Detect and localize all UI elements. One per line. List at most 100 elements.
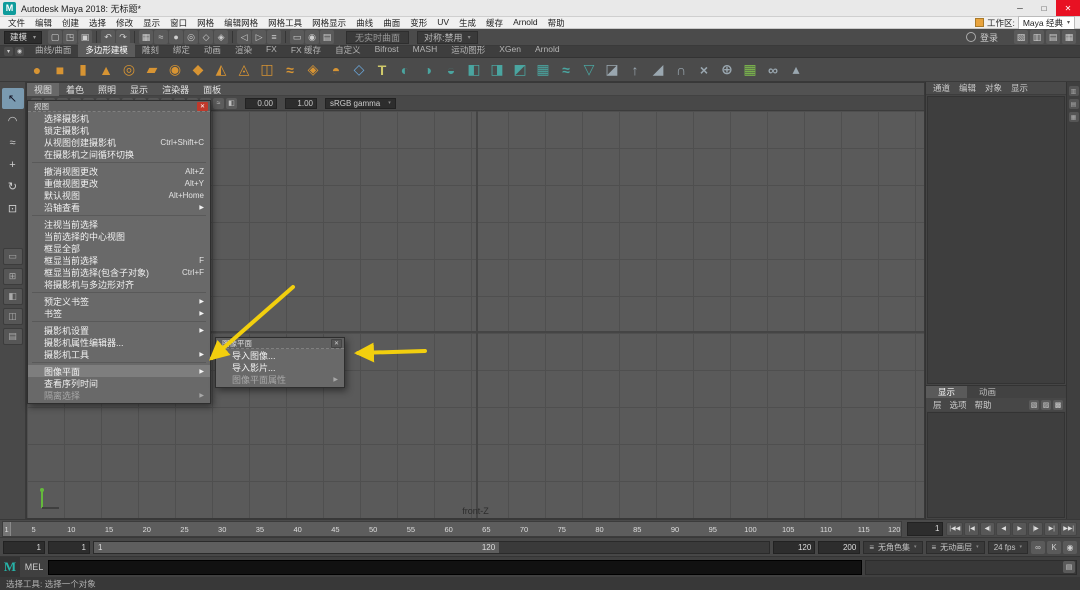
maximize-button[interactable]: □ [1032,0,1056,16]
current-frame-field[interactable]: 1 [907,522,943,536]
range-slider-handle[interactable]: 1 120 [94,542,499,553]
workspace-dropdown[interactable]: Maya 经典 ▾ [1018,16,1075,30]
gamma-field[interactable]: 1.00 [285,98,317,109]
separator[interactable] [96,31,97,43]
playback-start-field[interactable]: 1 [48,541,90,554]
script-editor-icon[interactable]: ▤ [1063,561,1075,573]
panel-menu-panels[interactable]: 面板 [196,83,228,96]
character-set-dropdown[interactable]: ≡ 无角色集 ▾ [863,541,922,554]
view-sequence-time[interactable]: 查看序列时间 [28,377,210,389]
align-camera-to-polygon[interactable]: 将摄影机与多边形对齐 [28,278,210,290]
panel-menu-view[interactable]: 视图 [27,83,59,96]
sculpt-tool-icon[interactable]: ▴ [785,59,807,81]
layer-menu-options[interactable]: 选项 [946,399,971,411]
open-scene-icon[interactable]: ◳ [63,30,77,44]
layout-four-pane-icon[interactable]: ⊞ [3,268,23,285]
lasso-tool-icon[interactable]: ◠ [2,110,24,131]
menu-file[interactable]: 文件 [3,17,30,29]
camera-attribute-editor[interactable]: 摄影机属性编辑器... [28,336,210,348]
select-camera[interactable]: 选择摄影机 [28,112,210,124]
command-line-input[interactable] [48,560,862,575]
panel-menu-renderer[interactable]: 渲染器 [155,83,196,96]
new-empty-layer-icon[interactable]: ▧ [1029,400,1039,410]
time-slider[interactable]: 1510152025303540455055606570758085909510… [2,521,902,537]
poly-helix-icon[interactable]: ≈ [279,59,301,81]
smooth-mesh-icon[interactable]: ≈ [555,59,577,81]
close-button[interactable]: ✕ [1056,0,1080,16]
poly-cube-icon[interactable]: ■ [49,59,71,81]
target-weld-icon[interactable]: ⊕ [716,59,738,81]
toggle-attribute-editor-icon[interactable]: ▥ [1030,30,1044,44]
snap-to-curve-icon[interactable]: ≈ [154,30,168,44]
panel-menu-lighting[interactable]: 照明 [91,83,123,96]
channel-box-tab-icon[interactable]: ▦ [1069,112,1079,122]
shelf-tab-mash[interactable]: MASH [406,43,445,57]
layout-persp-outliner-icon[interactable]: ◧ [3,288,23,305]
new-scene-icon[interactable]: ▢ [48,30,62,44]
animation-end-field[interactable]: 200 [818,541,860,554]
poly-sphere-icon[interactable]: ● [26,59,48,81]
move-tool-icon[interactable]: + [2,154,24,175]
shelf-tab-rendering[interactable]: 渲染 [228,43,259,57]
menu-edit[interactable]: 编辑 [30,17,57,29]
center-view-on-selection[interactable]: 当前选择的中心视图 [28,230,210,242]
shelf-tab-custom[interactable]: 自定义 [328,43,368,57]
bookmarks[interactable]: 书签 ▶ [28,307,210,319]
fill-hole-icon[interactable]: ▦ [532,59,554,81]
redo-view-change[interactable]: 重做视图更改 Alt+Y [28,177,210,189]
mirror-icon[interactable]: ◪ [601,59,623,81]
bridge-icon[interactable]: ∩ [670,59,692,81]
menu-mesh[interactable]: 网格 [192,17,219,29]
symmetry-dropdown[interactable]: 对称:禁用 ▾ [417,31,478,44]
layout-single-pane-icon[interactable]: ▭ [3,248,23,265]
poly-prism-icon[interactable]: ◬ [233,59,255,81]
separator[interactable] [134,31,135,43]
menu-generate[interactable]: 生成 [454,17,481,29]
shelf-tab-fx-caching[interactable]: FX 缓存 [284,43,328,57]
undo-icon[interactable]: ↶ [101,30,115,44]
sweep-mesh-icon[interactable]: ◇ [348,59,370,81]
reduce-icon[interactable]: ▽ [578,59,600,81]
rotate-tool-icon[interactable]: ↻ [2,176,24,197]
shelf-tab-curves-surfaces[interactable]: 曲线/曲面 [28,43,78,57]
poly-cylinder-icon[interactable]: ▮ [72,59,94,81]
menu-modify[interactable]: 修改 [111,17,138,29]
ipr-render-icon[interactable]: ◉ [305,30,319,44]
minimize-button[interactable]: ─ [1008,0,1032,16]
snap-to-view-plane-icon[interactable]: ◇ [199,30,213,44]
snap-to-projected-center-icon[interactable]: ◎ [184,30,198,44]
menu-help[interactable]: 帮助 [543,17,570,29]
select-tool-icon[interactable]: ↖ [2,88,24,109]
channel-box-menu-object[interactable]: 对象 [981,82,1006,94]
shelf-tab-fx[interactable]: FX [259,43,284,57]
menu-arnold[interactable]: Arnold [508,17,543,29]
channel-box-list[interactable] [927,96,1065,384]
isolate-select[interactable]: 隔离选择 ▶ [28,389,210,401]
import-image[interactable]: 导入图像... [216,349,344,361]
frame-selection-with-children[interactable]: 框显当前选择(包含子对象) Ctrl+F [28,266,210,278]
output-connections-icon[interactable]: ▷ [252,30,266,44]
render-settings-icon[interactable]: ▤ [320,30,334,44]
poly-gear-icon[interactable]: ◈ [302,59,324,81]
range-slider-track[interactable]: 1 120 [93,541,770,554]
separate-icon[interactable]: ◨ [486,59,508,81]
go-to-start-button[interactable]: |◀◀ [946,522,963,536]
default-view[interactable]: 默认视图 Alt+Home [28,189,210,201]
poly-plane-icon[interactable]: ▰ [141,59,163,81]
snap-to-point-icon[interactable]: ● [169,30,183,44]
import-movie[interactable]: 导入影片... [216,361,344,373]
lock-camera[interactable]: 锁定摄影机 [28,124,210,136]
separator[interactable] [232,31,233,43]
multi-cut-icon[interactable]: × [693,59,715,81]
menu-select[interactable]: 选择 [84,17,111,29]
scale-tool-icon[interactable]: ⊡ [2,198,24,219]
step-forward-key-button[interactable]: |▶ [1028,522,1043,536]
menu-cache[interactable]: 缓存 [481,17,508,29]
fps-dropdown[interactable]: 24 fps ▾ [988,541,1028,554]
view-menu-header[interactable]: 视图 ✕ [28,101,210,112]
toggle-tool-settings-icon[interactable]: ▤ [1046,30,1060,44]
toggle-channel-box-icon[interactable]: ▦ [1062,30,1076,44]
layer-list[interactable] [927,412,1065,518]
step-back-key-button[interactable]: ◀| [980,522,995,536]
menu-mesh-display[interactable]: 网格显示 [307,17,351,29]
